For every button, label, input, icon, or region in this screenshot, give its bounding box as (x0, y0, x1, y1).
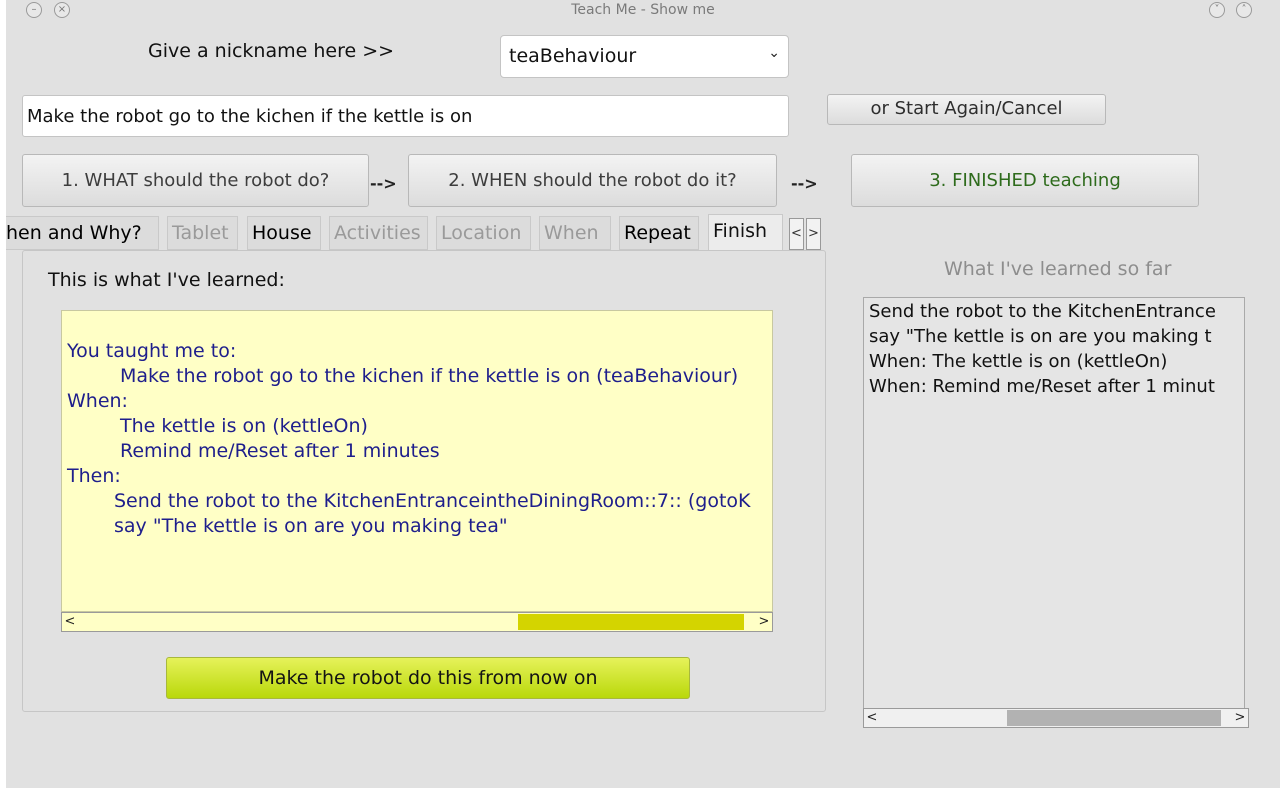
summary-scroll-thumb[interactable] (518, 614, 744, 630)
tab-bar: hen and Why? Tablet House Activities Loc… (6, 214, 826, 252)
side-scroll-thumb[interactable] (1007, 710, 1221, 726)
summary-line: When: (67, 390, 128, 412)
summary-line: say "The kettle is on are you making tea… (114, 515, 508, 537)
behaviour-description-input[interactable]: Make the robot go to the kichen if the k… (22, 95, 789, 137)
tab-finish[interactable]: Finish (708, 214, 783, 252)
learned-line: When: Remind me/Reset after 1 minut (869, 376, 1215, 397)
learned-summary: You taught me to: Make the robot go to t… (61, 310, 773, 612)
shade-icon[interactable]: ˅ (1209, 2, 1225, 18)
step-what-button[interactable]: 1. WHAT should the robot do? (22, 154, 369, 207)
learned-so-far-heading: What I've learned so far (944, 258, 1172, 280)
side-horizontal-scrollbar[interactable]: < > (863, 708, 1249, 728)
summary-line: You taught me to: (67, 340, 237, 362)
start-again-cancel-button[interactable]: or Start Again/Cancel (827, 94, 1106, 125)
summary-line: Remind me/Reset after 1 minutes (120, 440, 440, 462)
summary-line: Make the robot go to the kichen if the k… (120, 365, 739, 387)
step-arrow-1: --> (370, 174, 397, 193)
learned-line: When: The kettle is on (kettleOn) (869, 351, 1168, 372)
tab-location[interactable]: Location (436, 216, 531, 250)
tab-scroll-right-button[interactable]: > (806, 218, 821, 250)
learned-line: Send the robot to the KitchenEntrance (869, 301, 1216, 322)
maximize-icon[interactable]: ˄ (1236, 2, 1252, 18)
tab-when[interactable]: When (539, 216, 611, 250)
window-title: Teach Me - Show me (571, 2, 715, 18)
tab-tablet[interactable]: Tablet (167, 216, 238, 250)
summary-horizontal-scrollbar[interactable]: < > (61, 612, 773, 632)
summary-line: Send the robot to the KitchenEntranceint… (114, 490, 751, 512)
scroll-right-arrow-icon[interactable]: > (1232, 709, 1248, 727)
learned-so-far-list: Send the robot to the KitchenEntrance sa… (863, 297, 1245, 709)
chevron-down-icon: ⌄ (768, 45, 780, 61)
app-window: – × Teach Me - Show me ˅ ˄ Give a nickna… (6, 0, 1280, 788)
make-robot-do-this-button[interactable]: Make the robot do this from now on (166, 657, 690, 699)
step-when-button[interactable]: 2. WHEN should the robot do it? (408, 154, 777, 207)
scroll-left-arrow-icon[interactable]: < (864, 709, 880, 727)
tab-when-and-why[interactable]: hen and Why? (6, 216, 159, 250)
nickname-label: Give a nickname here >> (148, 40, 395, 62)
tab-repeat[interactable]: Repeat (619, 216, 699, 250)
nickname-select[interactable]: teaBehaviour ⌄ (500, 35, 789, 78)
nickname-selected-value: teaBehaviour (509, 45, 637, 67)
finished-teaching-button[interactable]: 3. FINISHED teaching (851, 154, 1199, 207)
scroll-right-arrow-icon[interactable]: > (756, 613, 772, 631)
tab-house[interactable]: House (247, 216, 321, 250)
summary-line: Then: (67, 465, 121, 487)
learned-line: say "The kettle is on are you making t (869, 326, 1212, 347)
summary-line: The kettle is on (kettleOn) (120, 415, 368, 437)
tab-activities[interactable]: Activities (329, 216, 428, 250)
scroll-left-arrow-icon[interactable]: < (62, 613, 78, 631)
step-arrow-2: --> (791, 174, 818, 193)
tab-scroll-left-button[interactable]: < (789, 218, 804, 250)
learned-heading: This is what I've learned: (48, 269, 285, 291)
title-bar: – × Teach Me - Show me ˅ ˄ (6, 0, 1280, 22)
